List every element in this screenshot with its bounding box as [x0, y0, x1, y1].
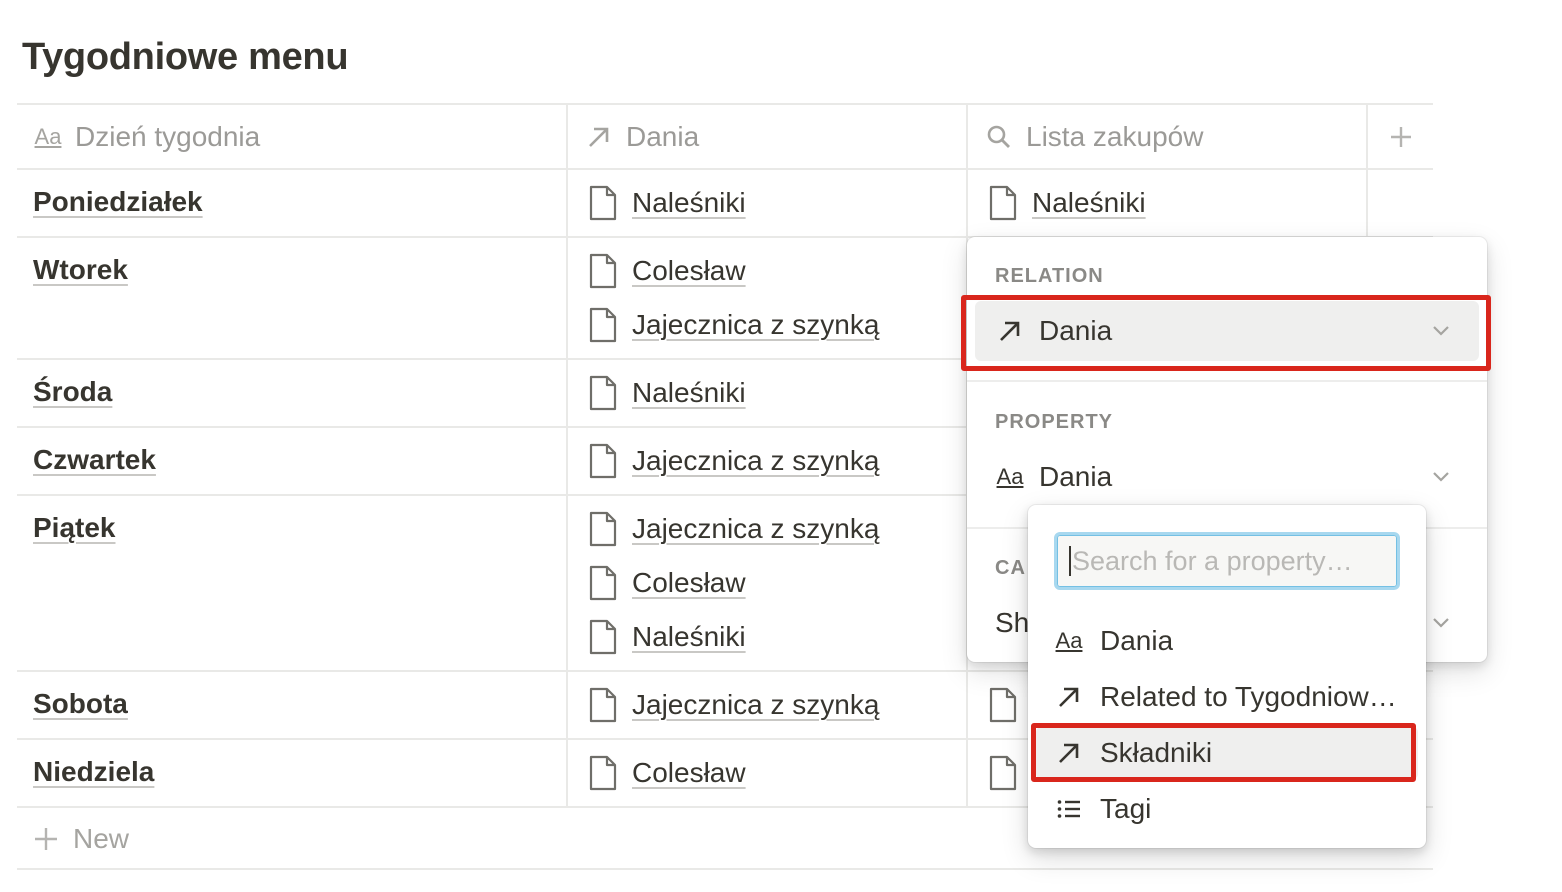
day-name[interactable]: Czwartek — [33, 444, 156, 476]
search-icon — [984, 122, 1014, 152]
skladniki-highlight-box — [1031, 723, 1416, 782]
dish-name: Naleśniki — [632, 187, 746, 218]
dish-name: Jajecznica z szynką — [632, 689, 880, 720]
dish-name: Jajecznica z szynką — [632, 513, 880, 544]
property-option-dania[interactable]: Aa Dania — [1036, 615, 1418, 667]
relation-section-label: RELATION — [995, 265, 1104, 287]
property-search-placeholder: Search for a property… — [1072, 545, 1353, 576]
shopping-list-link[interactable] — [988, 685, 1032, 725]
header-day-of-week[interactable]: Aa Dzień tygodnia — [17, 105, 568, 168]
dish-name: Jajecznica z szynką — [632, 445, 880, 476]
option-label: Dania — [1100, 625, 1174, 656]
property-option-tagi[interactable]: Tagi — [1036, 783, 1418, 835]
page-icon — [589, 253, 617, 289]
table-row[interactable]: Poniedziałek Naleśniki Naleśniki — [17, 170, 1433, 238]
page-icon — [589, 755, 617, 791]
property-search-input[interactable]: Search for a property… — [1054, 532, 1400, 590]
shopping-list-link[interactable] — [988, 753, 1032, 793]
dish-link[interactable]: Colesław — [588, 563, 746, 603]
day-name[interactable]: Piątek — [33, 512, 116, 544]
dish-name: Naleśniki — [632, 621, 746, 652]
property-option-related[interactable]: Related to Tygodniow… — [1036, 671, 1418, 723]
header-label: Dania — [626, 120, 700, 152]
dish-link[interactable]: Jajecznica z szynką — [588, 441, 879, 481]
property-section-label: PROPERTY — [995, 411, 1114, 433]
add-property-button[interactable] — [1368, 105, 1433, 168]
relation-highlight-box — [961, 295, 1491, 371]
dish-name: Colesław — [632, 255, 746, 286]
page-title: Tygodniowe menu — [22, 36, 349, 78]
dish-link[interactable]: Naleśniki — [588, 183, 746, 223]
page-icon — [589, 619, 617, 655]
relation-arrow-icon — [1054, 682, 1084, 712]
header-shopping-list[interactable]: Lista zakupów — [968, 105, 1368, 168]
calculate-section-label: CA — [995, 557, 1026, 579]
page-icon — [589, 307, 617, 343]
property-select-value: Dania — [1039, 461, 1113, 492]
dish-link[interactable]: Jajecznica z szynką — [588, 685, 879, 725]
page-icon — [589, 375, 617, 411]
shopping-list-name: Naleśniki — [1032, 187, 1146, 218]
dish-link[interactable]: Naleśniki — [588, 373, 746, 413]
text-caret — [1069, 546, 1071, 576]
page-icon — [589, 565, 617, 601]
text-aa-icon: Aa — [34, 123, 62, 149]
page-icon — [589, 185, 617, 221]
text-aa-icon: Aa — [996, 464, 1024, 489]
dish-name: Colesław — [632, 567, 746, 598]
day-name[interactable]: Poniedziałek — [33, 186, 203, 218]
property-dropdown: Search for a property… Aa Dania Related … — [1028, 505, 1426, 848]
table-header-row: Aa Dzień tygodnia Dania Lista zakupów — [17, 103, 1433, 170]
chevron-down-icon — [1433, 618, 1449, 628]
day-name[interactable]: Środa — [33, 376, 112, 408]
dish-link[interactable]: Jajecznica z szynką — [588, 509, 879, 549]
page-icon — [989, 185, 1017, 221]
page-icon — [589, 443, 617, 479]
relation-arrow-icon — [584, 122, 614, 152]
page-icon — [989, 687, 1017, 723]
dish-name: Naleśniki — [632, 377, 746, 408]
chevron-down-icon — [1433, 472, 1449, 482]
property-select[interactable]: Aa Dania — [975, 447, 1479, 507]
list-icon — [1054, 794, 1084, 824]
text-aa-icon: Aa — [1055, 628, 1083, 653]
day-name[interactable]: Sobota — [33, 688, 128, 720]
option-label: Related to Tygodniow… — [1100, 681, 1397, 712]
dish-link[interactable]: Naleśniki — [588, 617, 746, 657]
day-name[interactable]: Wtorek — [33, 254, 128, 286]
header-label: Lista zakupów — [1026, 120, 1204, 152]
dish-name: Colesław — [632, 757, 746, 788]
page-icon — [589, 511, 617, 547]
shopping-list-link[interactable]: Naleśniki — [988, 183, 1146, 223]
dish-name: Jajecznica z szynką — [632, 309, 880, 340]
option-label: Tagi — [1100, 793, 1152, 824]
plus-icon — [1390, 126, 1411, 147]
header-label: Dzień tygodnia — [75, 120, 261, 152]
new-row-label: New — [73, 823, 130, 854]
page-icon — [589, 687, 617, 723]
plus-icon — [35, 828, 57, 850]
calculate-select-value: Sh — [995, 607, 1030, 638]
dish-link[interactable]: Jajecznica z szynką — [588, 305, 879, 345]
page-icon — [989, 755, 1017, 791]
dish-link[interactable]: Colesław — [588, 753, 746, 793]
header-dania[interactable]: Dania — [568, 105, 968, 168]
day-name[interactable]: Niedziela — [33, 756, 154, 788]
dish-link[interactable]: Colesław — [588, 251, 746, 291]
